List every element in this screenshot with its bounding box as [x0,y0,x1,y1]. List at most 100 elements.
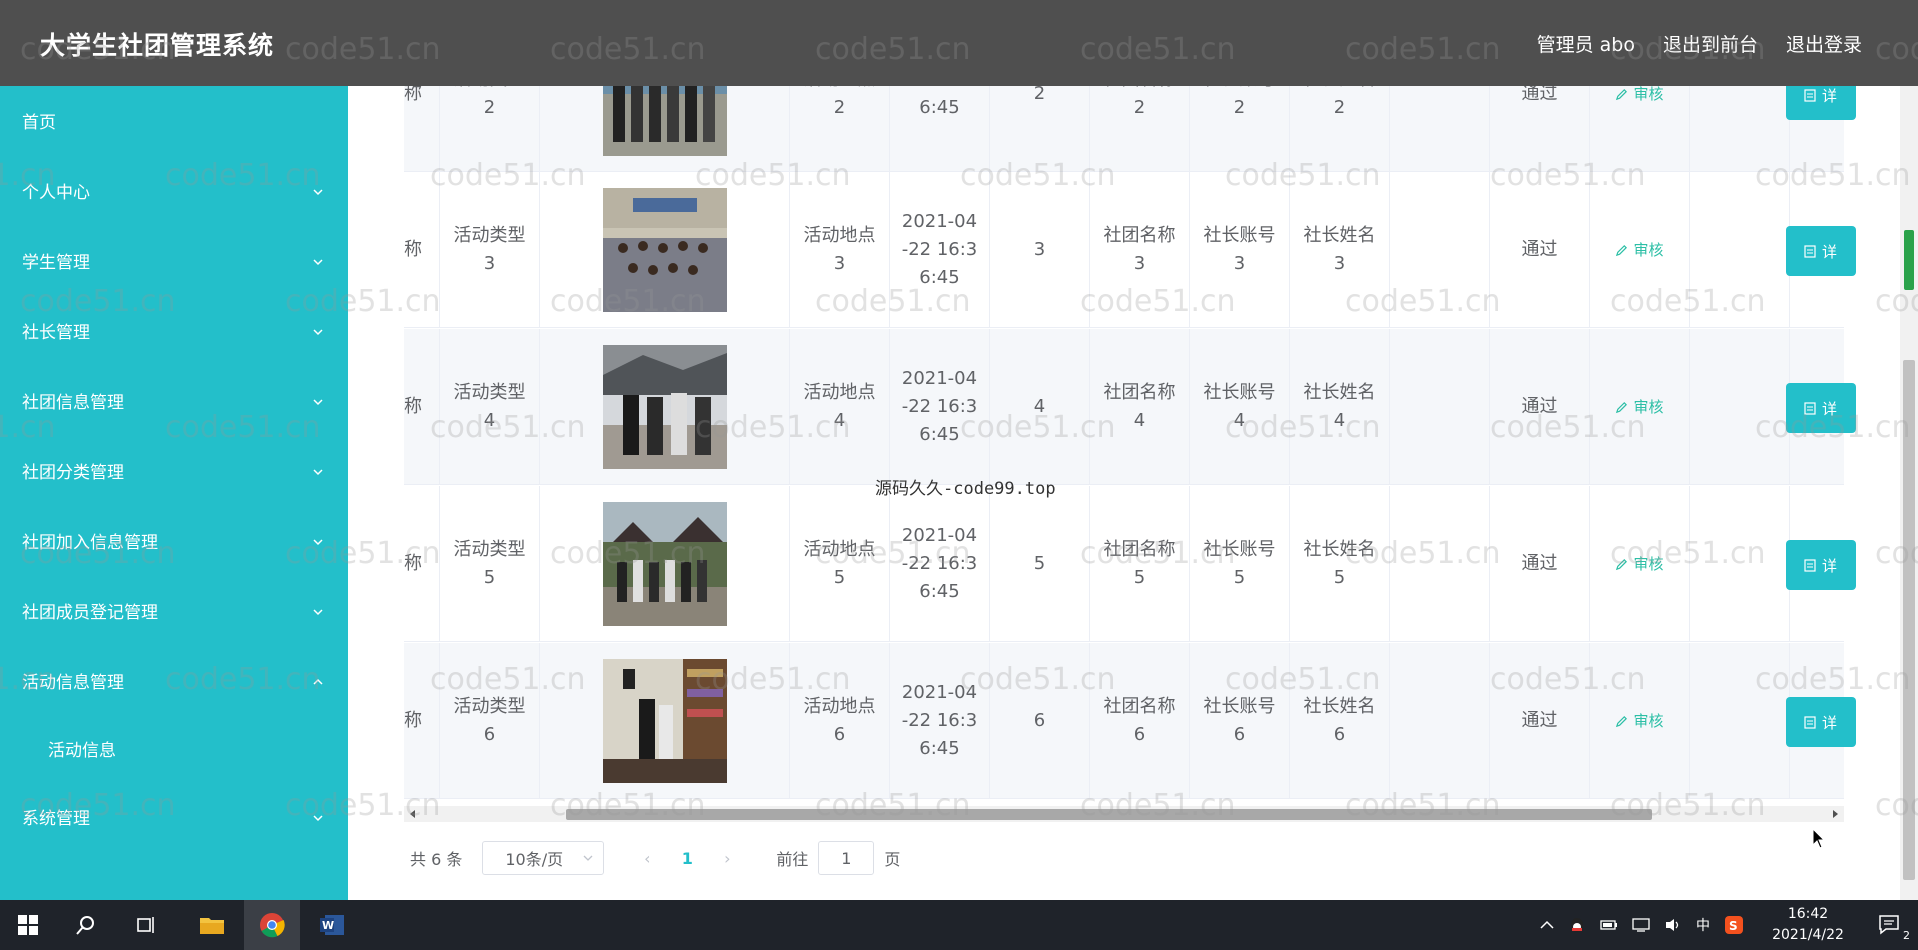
document-icon [1804,401,1816,415]
cell-leader-account: 社长账号 6 [1190,643,1290,799]
sidebar-item-personal-center[interactable]: 个人中心 [0,162,348,218]
edit-icon [1616,244,1628,256]
network-icon[interactable] [1632,918,1650,932]
detail-button[interactable]: 详 [1786,86,1856,120]
sidebar-item-students[interactable]: 学生管理 [0,232,348,288]
notification-center-button[interactable]: 2 [1862,900,1918,950]
word-button[interactable]: W [304,900,360,950]
admin-label[interactable]: 管理员 abo [1537,30,1635,57]
activity-photo[interactable] [602,502,727,626]
chrome-button[interactable] [244,900,300,950]
review-button[interactable]: 审核 [1615,86,1664,108]
cell-text: 称 [404,553,422,574]
activity-photo[interactable] [602,659,727,783]
sidebar-item-activity-manage[interactable]: 活动信息管理 [0,652,348,708]
page-size-select[interactable]: 10条/页 [482,841,605,875]
main-content: 称 活动类型 2 活动地点 2 -22 16:3 6:45 2 社团名称 2 社… [348,86,1900,900]
taskbar-search-button[interactable] [58,900,114,950]
activity-photo[interactable] [602,188,727,312]
volume-icon[interactable] [1664,917,1682,933]
sidebar-item-system[interactable]: 系统管理 [0,788,348,844]
sidebar-item-leaders[interactable]: 社长管理 [0,302,348,358]
cell-empty [1690,329,1790,485]
chevron-up-icon[interactable] [1540,920,1554,930]
cell-seq: 3 [990,172,1090,328]
sidebar-item-club-info[interactable]: 社团信息管理 [0,372,348,428]
cell-text: 通过 [1521,710,1558,731]
cell-empty [1390,329,1490,485]
cell-text: 2 [1033,86,1046,104]
vertical-scroll-thumb[interactable] [1903,360,1915,880]
edit-icon [1616,401,1628,413]
cell-text: 3 [1033,239,1046,260]
system-tray: 中 S [1540,900,1744,950]
ime-indicator[interactable]: 中 [1696,915,1710,935]
activity-photo[interactable] [602,86,727,156]
cell-text: 通过 [1521,396,1558,417]
prev-page-button[interactable]: ‹ [632,849,662,868]
back-to-frontend-link[interactable]: 退出到前台 [1663,30,1758,57]
sidebar-item-member-register[interactable]: 社团成员登记管理 [0,582,348,638]
detail-button[interactable]: 详 [1786,383,1856,433]
cell-activity-name: 称 [404,86,440,172]
cell-text: 2021-04 -22 16:3 6:45 [901,525,978,602]
app-title: 大学生社团管理系统 [40,31,275,60]
cell-text: 社长账号 6 [1203,696,1276,745]
review-button[interactable]: 审核 [1615,393,1664,421]
horizontal-scroll-thumb[interactable] [566,809,1652,820]
scroll-left-arrow-icon[interactable] [408,809,418,819]
logout-link[interactable]: 退出登录 [1786,30,1862,57]
sidebar-item-label: 活动信息 [48,740,116,761]
detail-button[interactable]: 详 [1786,226,1856,276]
sidebar-item-label: 系统管理 [22,808,90,829]
sogou-input-icon[interactable]: S [1724,915,1744,935]
file-explorer-button[interactable] [184,900,240,950]
review-button[interactable]: 审核 [1615,550,1664,578]
goto-page-input[interactable] [818,841,875,875]
task-view-icon [137,917,154,933]
vertical-scrollbar[interactable] [1900,86,1918,900]
cell-text: 社长姓名 3 [1303,225,1376,274]
page-number-current[interactable]: 1 [662,849,712,868]
sidebar-item-home[interactable]: 首页 [0,92,348,148]
notification-icon [1879,915,1899,935]
taskbar-clock[interactable]: 16:42 2021/4/22 [1756,904,1860,946]
cell-seq: 4 [990,329,1090,485]
cell-text: 活动类型 4 [453,382,526,431]
scroll-right-arrow-icon[interactable] [1830,809,1840,819]
detail-button[interactable]: 详 [1786,697,1856,747]
sidebar-item-club-category[interactable]: 社团分类管理 [0,442,348,498]
sidebar-item-label: 活动信息管理 [22,672,124,693]
qq-icon[interactable] [1568,916,1586,934]
battery-icon[interactable] [1600,918,1618,932]
goto-prefix: 前往 [776,850,809,869]
sidebar-item-club-join[interactable]: 社团加入信息管理 [0,512,348,568]
sidebar: 首页 个人中心 学生管理 社长管理 社团信息管理 社团分类管理 社团加入信息管理… [0,86,348,900]
sidebar-subitem-activity-info[interactable]: 活动信息 [0,720,348,776]
cell-text: 活动类型 3 [453,225,526,274]
review-button[interactable]: 审核 [1615,236,1664,264]
task-view-button[interactable] [118,900,174,950]
cell-empty [1690,86,1790,172]
detail-button[interactable]: 详 [1786,540,1856,590]
windows-logo-icon [18,915,38,935]
cell-text: 社团名称 3 [1103,225,1176,274]
horizontal-scrollbar[interactable] [404,806,1844,822]
chevron-down-icon [312,809,323,822]
sidebar-item-label: 社团加入信息管理 [22,532,158,553]
table-row: 称 活动类型 5 活动地点 5 2021-04 -22 16:3 6:45 5 … [404,486,1856,642]
cell-text: 活动地点 5 [803,539,876,588]
table-row: 称 活动类型 4 活动地点 4 2021-04 -22 16:3 6:45 4 … [404,329,1856,485]
review-button[interactable]: 审核 [1615,707,1664,735]
next-page-button[interactable]: › [712,849,742,868]
activity-photo[interactable] [602,345,727,469]
cell-photo [540,329,790,485]
review-label: 审核 [1633,398,1664,416]
cell-activity-time: 2021-04 -22 16:3 6:45 [890,486,990,642]
cell-review: 审核 [1590,486,1690,642]
cell-text: 称 [404,86,422,104]
start-button[interactable] [0,900,56,950]
cell-text: 社长姓名 4 [1303,382,1376,431]
cell-activity-time: 2021-04 -22 16:3 6:45 [890,172,990,328]
cell-text: 通过 [1521,86,1558,104]
